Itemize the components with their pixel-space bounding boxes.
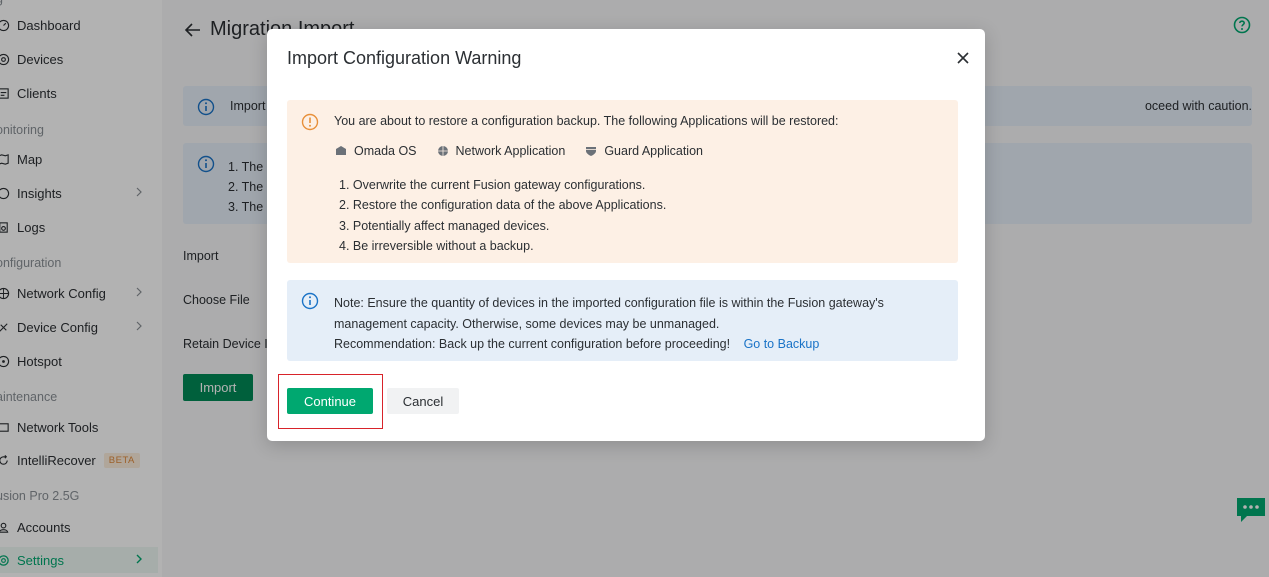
app-label: Network Application bbox=[455, 144, 566, 158]
warning-list-item: 3. Potentially affect managed devices. bbox=[339, 218, 550, 233]
app-guard-application: Guard Application bbox=[585, 144, 703, 158]
continue-button[interactable]: Continue bbox=[287, 388, 373, 414]
app-network-application: Network Application bbox=[437, 144, 566, 158]
app-label: Omada OS bbox=[354, 144, 417, 158]
note-box: Note: Ensure the quantity of devices in … bbox=[287, 280, 958, 361]
note-recommendation: Recommendation: Back up the current conf… bbox=[334, 337, 731, 351]
go-to-backup-link[interactable]: Go to Backup bbox=[744, 337, 820, 351]
note-text: Note: Ensure the quantity of devices in … bbox=[334, 296, 884, 310]
omada-os-icon bbox=[336, 146, 346, 155]
warning-list: 1. Overwrite the current Fusion gateway … bbox=[339, 175, 666, 257]
app-list: Omada OS Network Application Guard Appli… bbox=[335, 144, 723, 158]
warning-list-item: 2. Restore the configuration data of the… bbox=[339, 198, 667, 213]
info-icon bbox=[301, 292, 319, 310]
note-text: management capacity. Otherwise, some dev… bbox=[334, 316, 720, 331]
app-omada-os: Omada OS bbox=[335, 144, 417, 158]
close-icon[interactable] bbox=[955, 50, 971, 66]
dialog-title: Import Configuration Warning bbox=[287, 48, 522, 68]
warning-list-item: 4. Be irreversible without a backup. bbox=[339, 239, 534, 254]
guard-application-icon bbox=[586, 147, 597, 156]
network-application-icon bbox=[437, 146, 448, 156]
cancel-button[interactable]: Cancel bbox=[387, 388, 459, 414]
warning-list-item: 1. Overwrite the current Fusion gateway … bbox=[339, 178, 646, 192]
import-warning-dialog: Import Configuration Warning You are abo… bbox=[267, 29, 985, 441]
warning-intro: You are about to restore a configuration… bbox=[334, 114, 839, 128]
warning-icon bbox=[301, 113, 319, 131]
app-label: Guard Application bbox=[604, 144, 703, 158]
warning-box: You are about to restore a configuration… bbox=[287, 100, 958, 263]
